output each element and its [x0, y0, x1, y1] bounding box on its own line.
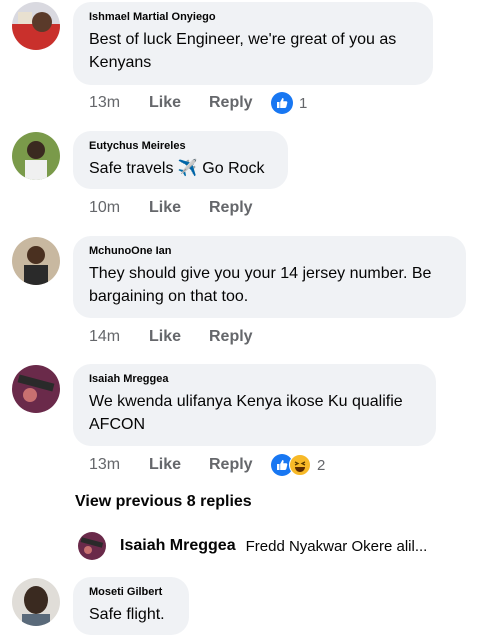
like-button[interactable]: Like	[149, 199, 209, 217]
comment-actions: 13m Like Reply 1	[89, 92, 307, 114]
reply-button[interactable]: Reply	[209, 94, 269, 112]
comment-author[interactable]: Isaiah Mreggea	[89, 373, 420, 385]
comment-bubble: MchunoOne Ian They should give you your …	[73, 236, 466, 318]
like-button[interactable]: Like	[149, 328, 209, 346]
comment-text: We kwenda ulifanya Kenya ikose Ku qualif…	[89, 393, 403, 433]
comment-bubble: Eutychus Meireles Safe travels ✈️ Go Roc…	[73, 131, 288, 189]
comment-bubble: Ishmael Martial Onyiego Best of luck Eng…	[73, 2, 433, 85]
reply-button[interactable]: Reply	[209, 456, 269, 474]
comment-actions: 13m Like Reply 2	[89, 454, 325, 476]
comment-actions: 10m Like Reply	[89, 197, 269, 219]
avatar[interactable]	[78, 532, 106, 560]
avatar[interactable]	[12, 237, 60, 285]
avatar[interactable]	[12, 365, 60, 413]
reply-preview[interactable]: Isaiah Mreggea Fredd Nyakwar Okere alil.…	[78, 530, 427, 562]
comment-author[interactable]: Ishmael Martial Onyiego	[89, 11, 417, 23]
like-reaction-icon	[271, 92, 293, 114]
comment-text: Best of luck Engineer, we're great of yo…	[89, 31, 397, 71]
comment-bubble: Isaiah Mreggea We kwenda ulifanya Kenya …	[73, 364, 436, 446]
comment-author[interactable]: MchunoOne Ian	[89, 245, 450, 257]
comment-time[interactable]: 14m	[89, 328, 149, 346]
reply-text: Fredd Nyakwar Okere alil...	[245, 537, 428, 555]
comment-bubble: Moseti Gilbert Safe flight.	[73, 577, 189, 635]
comment-actions: 14m Like Reply	[89, 326, 269, 348]
reaction-count: 2	[317, 456, 326, 474]
view-previous-replies-link[interactable]: View previous 8 replies	[75, 493, 252, 511]
like-button[interactable]: Like	[149, 456, 209, 474]
comment-time[interactable]: 10m	[89, 199, 149, 217]
reaction-count: 1	[299, 94, 308, 112]
avatar[interactable]	[12, 132, 60, 180]
haha-reaction-icon	[289, 454, 311, 476]
reply-author[interactable]: Isaiah Mreggea	[120, 537, 236, 555]
comment-text: Safe travels ✈️ Go Rock	[89, 160, 265, 177]
comment-time[interactable]: 13m	[89, 456, 149, 474]
reply-button[interactable]: Reply	[209, 328, 269, 346]
comment-author[interactable]: Moseti Gilbert	[89, 586, 173, 598]
comment-text: Safe flight.	[89, 606, 165, 623]
reactions[interactable]: 1	[271, 92, 307, 114]
reply-button[interactable]: Reply	[209, 199, 269, 217]
comment-author[interactable]: Eutychus Meireles	[89, 140, 272, 152]
avatar[interactable]	[12, 578, 60, 626]
reactions[interactable]: 2	[271, 454, 325, 476]
like-button[interactable]: Like	[149, 94, 209, 112]
avatar[interactable]	[12, 2, 60, 50]
comment-time[interactable]: 13m	[89, 94, 149, 112]
comment-text: They should give you your 14 jersey numb…	[89, 265, 432, 305]
